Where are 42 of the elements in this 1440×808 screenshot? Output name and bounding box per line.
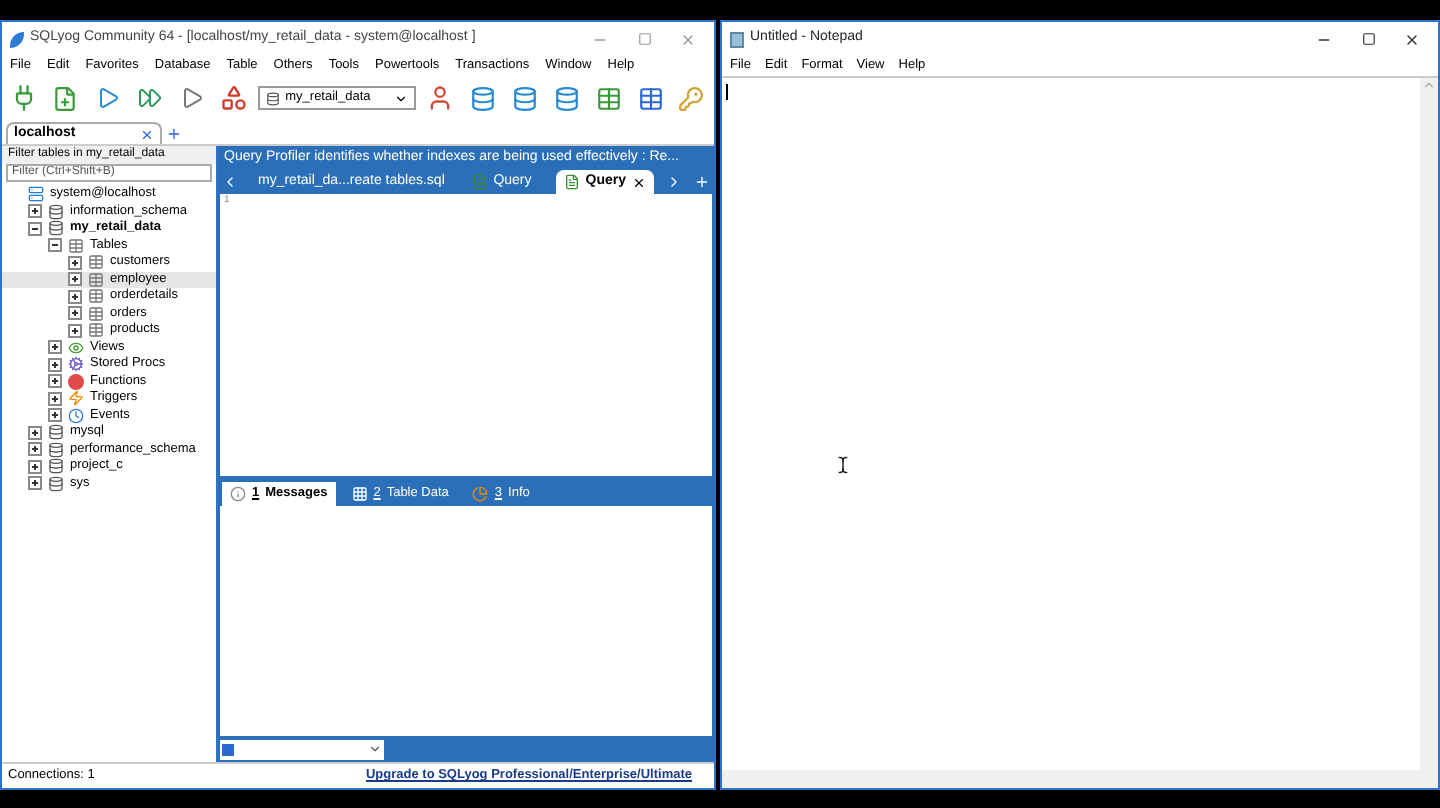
document-icon [471, 174, 488, 190]
eye-icon [68, 339, 84, 356]
dropdown[interactable] [220, 739, 384, 759]
maximize-icon[interactable] [1362, 32, 1376, 46]
close-icon[interactable] [1404, 31, 1420, 47]
add-tab-icon[interactable] [166, 126, 182, 142]
expand-icon[interactable] [48, 408, 62, 423]
clock-icon [68, 407, 84, 424]
expand-icon[interactable] [68, 323, 82, 338]
expand-icon[interactable] [68, 289, 82, 304]
expand-icon[interactable] [48, 374, 62, 389]
expand-icon[interactable] [28, 459, 42, 474]
scroll-right-icon[interactable] [666, 174, 682, 190]
expand-icon[interactable] [28, 204, 42, 219]
add-tab-icon[interactable] [694, 174, 710, 190]
gear-icon [68, 356, 84, 373]
database-icon [265, 91, 280, 105]
lightning-icon [68, 390, 84, 407]
scroll-left-icon[interactable] [222, 174, 238, 190]
grid-icon [351, 486, 368, 502]
text-cursor-icon [834, 456, 852, 474]
document-icon [563, 174, 580, 190]
expand-icon[interactable] [48, 340, 62, 355]
collapse-icon[interactable] [28, 221, 42, 236]
expand-icon[interactable] [48, 391, 62, 406]
expand-icon[interactable] [28, 442, 42, 457]
expand-icon[interactable] [68, 306, 82, 321]
expand-icon[interactable] [68, 272, 82, 287]
scrollbar[interactable] [1420, 78, 1438, 770]
caret-icon [394, 91, 409, 105]
table-icon [68, 237, 84, 254]
caret-icon [368, 742, 382, 756]
text-caret [726, 84, 728, 100]
expand-icon[interactable] [28, 425, 42, 440]
pie-chart-icon [472, 486, 489, 502]
expand-icon[interactable] [48, 357, 62, 372]
collapse-icon[interactable] [48, 238, 62, 253]
info-icon [230, 486, 246, 502]
close-icon[interactable] [632, 175, 646, 189]
server-icon [28, 186, 44, 203]
expand-icon[interactable] [68, 255, 82, 270]
expand-icon[interactable] [28, 476, 42, 491]
